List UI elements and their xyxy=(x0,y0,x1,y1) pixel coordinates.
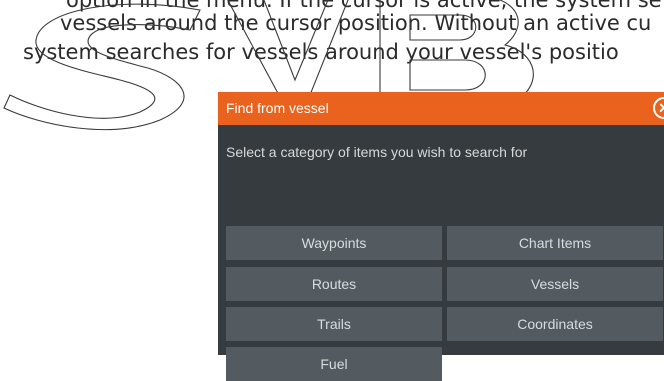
dialog-prompt: Select a category of items you wish to s… xyxy=(226,144,528,160)
close-icon[interactable] xyxy=(653,97,664,119)
chart-items-button[interactable]: Chart Items xyxy=(447,226,663,260)
fuel-button[interactable]: Fuel xyxy=(226,347,442,381)
dialog-title: Find from vessel xyxy=(226,100,329,116)
coordinates-button[interactable]: Coordinates xyxy=(447,307,663,341)
waypoints-button[interactable]: Waypoints xyxy=(226,226,442,260)
doc-text-line: system searches for vessels around your … xyxy=(23,40,619,64)
dialog-header: Find from vessel xyxy=(218,92,664,125)
vessels-button[interactable]: Vessels xyxy=(447,267,663,301)
routes-button[interactable]: Routes xyxy=(226,267,442,301)
find-from-vessel-dialog: Find from vessel Select a category of it… xyxy=(218,92,664,381)
trails-button[interactable]: Trails xyxy=(226,307,442,341)
doc-text-line: vessels around the cursor position. With… xyxy=(60,11,652,35)
